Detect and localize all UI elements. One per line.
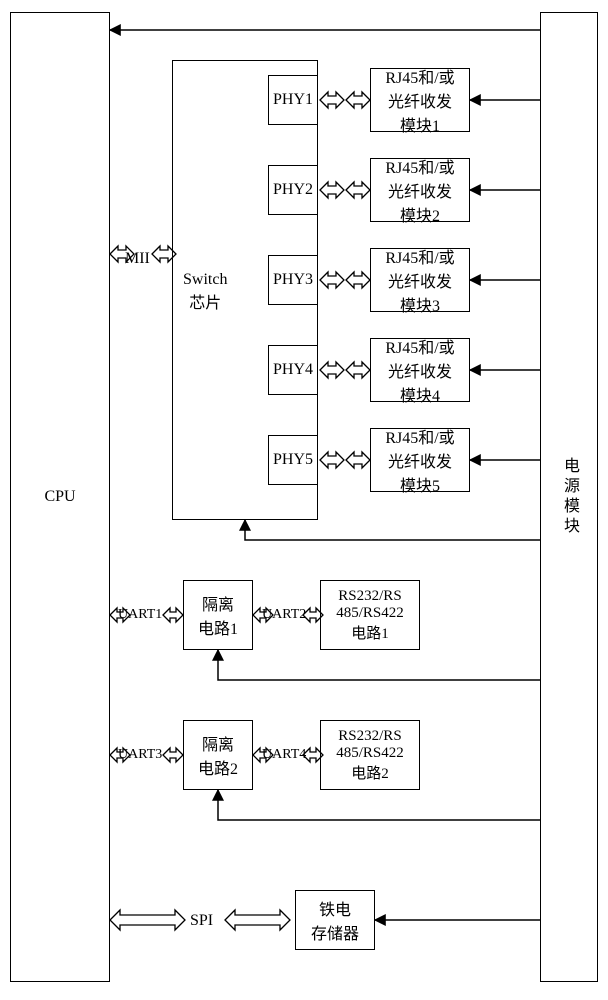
connectors bbox=[0, 0, 608, 1000]
